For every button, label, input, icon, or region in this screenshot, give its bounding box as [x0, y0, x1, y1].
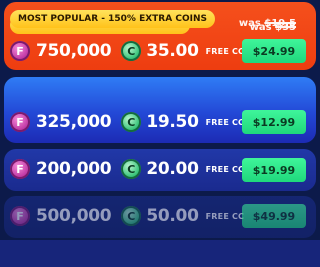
- cc-value: 35.00: [146, 41, 199, 61]
- coin-icon: F: [10, 112, 30, 132]
- coin-icon: F: [10, 206, 30, 226]
- cc-value: 19.50: [146, 112, 199, 132]
- offer-row: F 500,000 C 50.00 FREE CC: [10, 205, 244, 227]
- cc-value: 20.00: [146, 159, 199, 179]
- offer-row: F 200,000 C 20.00 FREE CC: [10, 158, 244, 180]
- coin-amount: 750,000: [36, 41, 112, 61]
- cc-value: 50.00: [146, 206, 199, 226]
- free-cc-label: FREE CC: [205, 164, 245, 174]
- was-price-value: $19.5: [264, 18, 296, 29]
- free-cc-label: FREE CC: [205, 117, 245, 127]
- cc-icon: C: [121, 159, 142, 179]
- coin-icon: F: [10, 41, 30, 61]
- background-footer: [0, 240, 320, 267]
- offer-row: F 750,000 C 35.00 FREE CC: [10, 40, 244, 62]
- most-popular-badge: MOST POPULAR - 150% EXTRA COINS: [10, 10, 215, 28]
- cc-icon: C: [121, 41, 142, 61]
- free-cc-label: FREE CC: [205, 46, 245, 56]
- buy-button[interactable]: $19.99: [242, 158, 306, 182]
- cc-icon: C: [121, 206, 142, 226]
- coin-amount: 325,000: [36, 112, 112, 132]
- buy-button[interactable]: $12.99: [242, 110, 306, 134]
- buy-button[interactable]: $24.99: [242, 39, 306, 63]
- cc-icon: C: [121, 112, 142, 132]
- coin-amount: 200,000: [36, 159, 112, 179]
- was-prefix: was: [238, 18, 261, 29]
- free-cc-label: FREE CC: [205, 211, 245, 221]
- offer-row: F 325,000 C 19.50 FREE CC: [10, 111, 244, 133]
- was-price-label: was $19.5: [239, 18, 296, 29]
- buy-button[interactable]: $49.99: [242, 204, 306, 228]
- coin-amount: 500,000: [36, 206, 112, 226]
- coin-icon: F: [10, 159, 30, 179]
